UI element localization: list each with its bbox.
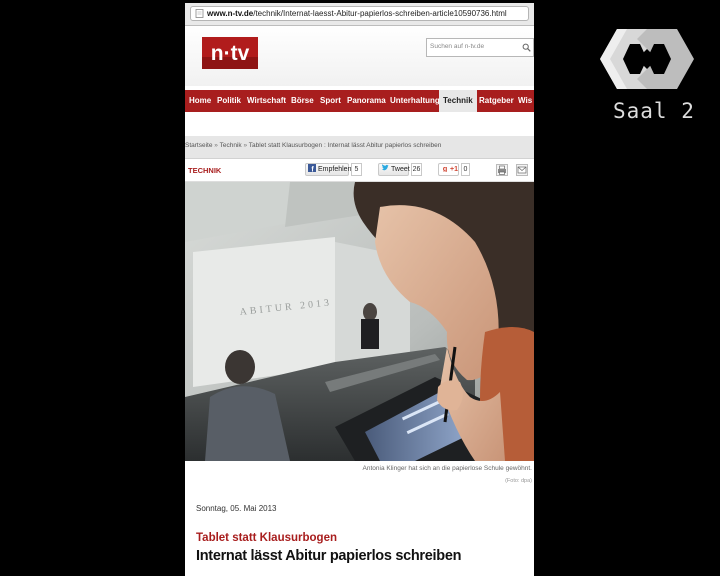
browser-page: www.n-tv.de/technik/Internat-laesst-Abit… [185, 3, 534, 576]
image-credit: (Foto: dpa) [505, 478, 532, 484]
gplus-label: +1 [450, 166, 458, 173]
article-kicker: Tablet statt Klausurbogen [196, 532, 337, 544]
twitter-icon [382, 164, 389, 171]
image-caption: Antonia Klinger hat sich an die papierlo… [362, 465, 532, 472]
breadcrumb-section[interactable]: Technik [220, 142, 242, 149]
nav-item-wissen[interactable]: Wis [518, 90, 532, 112]
logo-text: n·tv [211, 42, 250, 65]
url-path: /technik/Internat-laesst-Abitur-papierlo… [253, 9, 507, 18]
tweet-button[interactable]: Tweet [378, 163, 410, 176]
search-input[interactable]: Suchen auf n-tv.de [426, 38, 534, 57]
nav-item-ratgeber[interactable]: Ratgeber [479, 90, 514, 112]
breadcrumb-separator: » [243, 142, 248, 149]
nav-item-panorama[interactable]: Panorama [347, 90, 386, 112]
nav-item-home[interactable]: Home [189, 90, 211, 112]
svg-text:g: g [443, 164, 448, 172]
email-icon[interactable] [516, 164, 528, 176]
nav-item-sport[interactable]: Sport [320, 90, 341, 112]
breadcrumb-trail: Startseite » Technik » Tablet statt Klau… [185, 142, 441, 149]
print-icon[interactable] [496, 164, 508, 176]
article-photo[interactable]: ABITUR 2013 [185, 182, 534, 461]
twitter-count: 26 [411, 163, 422, 176]
breadcrumb-separator: » [214, 142, 218, 149]
ntv-logo[interactable]: n·tv [202, 37, 258, 69]
facebook-like-button[interactable]: f Empfehlen [305, 163, 352, 176]
gplus-icon: g [443, 164, 448, 172]
twitter-label: Tweet [391, 166, 410, 173]
breadcrumb-current: Tablet statt Klausurbogen : Internat läs… [248, 142, 442, 149]
gplus-button[interactable]: g +1 [438, 163, 459, 176]
main-nav: Home Politik Wirtschaft Börse Sport Pano… [185, 90, 534, 112]
channel-label: Saal 2 [613, 99, 695, 123]
ad-space [185, 112, 534, 136]
article-headline: Internat lässt Abitur papierlos schreibe… [196, 548, 462, 564]
url-domain: www.n-tv.de [207, 9, 254, 18]
facebook-icon: f [308, 164, 316, 172]
nav-item-politik[interactable]: Politik [217, 90, 241, 112]
url-field[interactable]: www.n-tv.de/technik/Internat-laesst-Abit… [190, 6, 529, 21]
nav-item-unterhaltung[interactable]: Unterhaltung [390, 90, 440, 112]
facebook-count: 5 [351, 163, 362, 176]
search-icon[interactable] [522, 43, 531, 52]
nav-item-technik[interactable]: Technik [439, 90, 477, 112]
section-label: TECHNIK [188, 166, 222, 175]
breadcrumb: Startseite » Technik » Tablet statt Klau… [185, 136, 534, 159]
channel-logo [600, 29, 694, 89]
search-placeholder: Suchen auf n-tv.de [430, 43, 485, 50]
address-bar: www.n-tv.de/technik/Internat-laesst-Abit… [185, 3, 534, 26]
page-icon [195, 9, 204, 18]
social-bar: TECHNIK f Empfehlen 5 Tweet 26 g +1 0 [185, 159, 534, 182]
gplus-count: 0 [461, 163, 470, 176]
breadcrumb-home[interactable]: Startseite [185, 142, 212, 149]
article-date: Sonntag, 05. Mai 2013 [196, 504, 277, 513]
url-text: www.n-tv.de/technik/Internat-laesst-Abit… [207, 8, 507, 20]
nav-item-boerse[interactable]: Börse [291, 90, 314, 112]
facebook-label: Empfehlen [318, 166, 352, 173]
nav-item-wirtschaft[interactable]: Wirtschaft [247, 90, 286, 112]
